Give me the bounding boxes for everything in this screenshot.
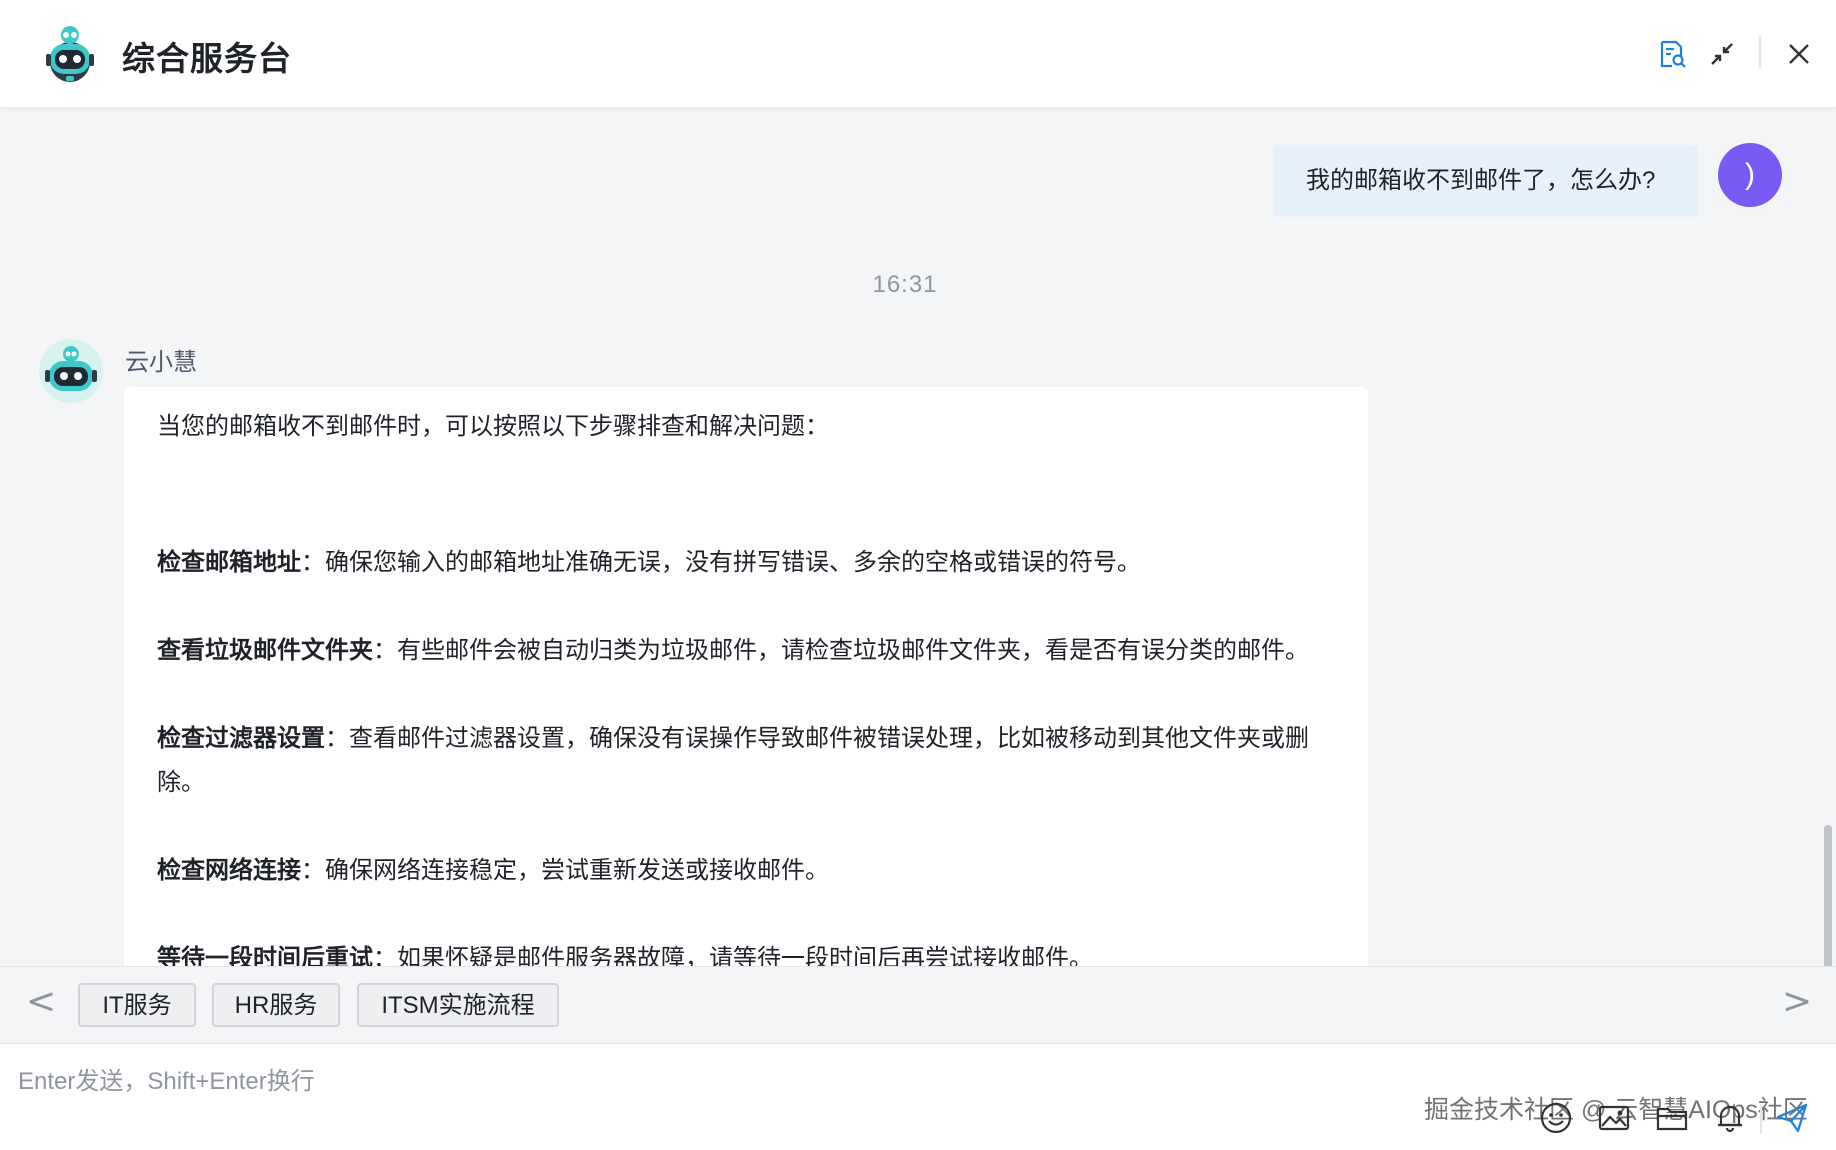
bot-reply-item: 等待一段时间后重试：如果怀疑是邮件服务器故障，请等待一段时间后再尝试接收邮件。 (157, 937, 1334, 966)
bot-message-bubble: 当您的邮箱收不到邮件时，可以按照以下步骤排查和解决问题： 检查邮箱地址：确保您输… (124, 387, 1368, 966)
tag-itsm-process[interactable]: ITSM实施流程 (357, 983, 559, 1027)
toolbar-divider (1760, 1104, 1762, 1134)
minimize-button[interactable] (1702, 34, 1742, 74)
emoji-icon[interactable] (1538, 1100, 1574, 1136)
user-message-bubble: 我的邮箱收不到邮件了，怎么办? (1274, 145, 1698, 217)
robot-logo-icon (46, 26, 94, 82)
header: 综合服务台 (0, 0, 1836, 108)
bot-reply-item: 检查邮箱地址：确保您输入的邮箱地址准确无误，没有拼写错误、多余的空格或错误的符号… (157, 541, 1334, 585)
send-icon[interactable] (1774, 1100, 1810, 1136)
message-input[interactable] (18, 1062, 1318, 1102)
bot-reply-item-text: ：确保您输入的邮箱地址准确无误，没有拼写错误、多余的空格或错误的符号。 (301, 549, 1141, 576)
document-search-icon (1660, 40, 1686, 68)
header-divider (1759, 36, 1761, 68)
bot-reply-item-text: ：确保网络连接稳定，尝试重新发送或接收邮件。 (301, 857, 829, 884)
bot-reply-item-text: ：如果怀疑是邮件服务器故障，请等待一段时间后再尝试接收邮件。 (373, 945, 1093, 966)
input-area: 掘金技术社区 @ 云智慧AIOps社区 (0, 1044, 1836, 1150)
tag-it-service[interactable]: IT服务 (78, 983, 196, 1027)
bot-reply-item: 检查网络连接：确保网络连接稳定，尝试重新发送或接收邮件。 (157, 849, 1334, 893)
image-icon[interactable] (1596, 1100, 1632, 1136)
bot-avatar-icon (39, 339, 103, 403)
tags-prev-arrow[interactable]: < (26, 981, 56, 1022)
tag-hr-service[interactable]: HR服务 (212, 983, 340, 1027)
service-desk-window: 综合服务台 我的邮箱收不到邮件了，怎么办?) 16:31 云小慧 当您的邮箱收… (0, 0, 1836, 1150)
bot-reply-item-text: ：查看邮件过滤器设置，确保没有误操作导致邮件被错误处理，比如被移动到其他文件夹或… (157, 725, 1309, 796)
close-icon (1789, 44, 1809, 64)
document-search-button[interactable] (1652, 34, 1692, 74)
quick-reply-bar: < IT服务 HR服务 ITSM实施流程 > (0, 966, 1836, 1044)
bot-reply-item-title: 检查邮箱地址 (157, 549, 301, 576)
minimize-icon (1711, 43, 1733, 65)
app-title: 综合服务台 (122, 40, 292, 77)
user-avatar: ) (1718, 143, 1782, 207)
chat-scrollbar[interactable] (1824, 825, 1832, 966)
tags-next-arrow[interactable]: > (1782, 981, 1812, 1022)
chat-area[interactable]: 我的邮箱收不到邮件了，怎么办? ) 16:31 云小慧 当您的邮箱收不到邮件时，… (0, 109, 1836, 966)
user-avatar-text: ) (1745, 158, 1755, 191)
bot-reply-item-title: 检查过滤器设置 (157, 725, 325, 752)
message-timestamp: 16:31 (872, 271, 938, 298)
bell-icon[interactable] (1712, 1100, 1748, 1136)
folder-icon[interactable] (1654, 1100, 1690, 1136)
bot-reply-item-text: ：有些邮件会被自动归类为垃圾邮件，请检查垃圾邮件文件夹，看是否有误分类的邮件。 (373, 637, 1309, 664)
bot-reply-item: 查看垃圾邮件文件夹：有些邮件会被自动归类为垃圾邮件，请检查垃圾邮件文件夹，看是否… (157, 629, 1334, 673)
bot-name: 云小慧 (125, 349, 197, 376)
bot-reply-item-title: 检查网络连接 (157, 857, 301, 884)
close-button[interactable] (1779, 34, 1819, 74)
bot-reply-item-title: 查看垃圾邮件文件夹 (157, 637, 373, 664)
bot-reply-intro: 当您的邮箱收不到邮件时，可以按照以下步骤排查和解决问题： (157, 413, 829, 440)
bot-reply-item-title: 等待一段时间后重试 (157, 945, 373, 966)
bot-reply-item: 检查过滤器设置：查看邮件过滤器设置，确保没有误操作导致邮件被错误处理，比如被移动… (157, 717, 1334, 805)
